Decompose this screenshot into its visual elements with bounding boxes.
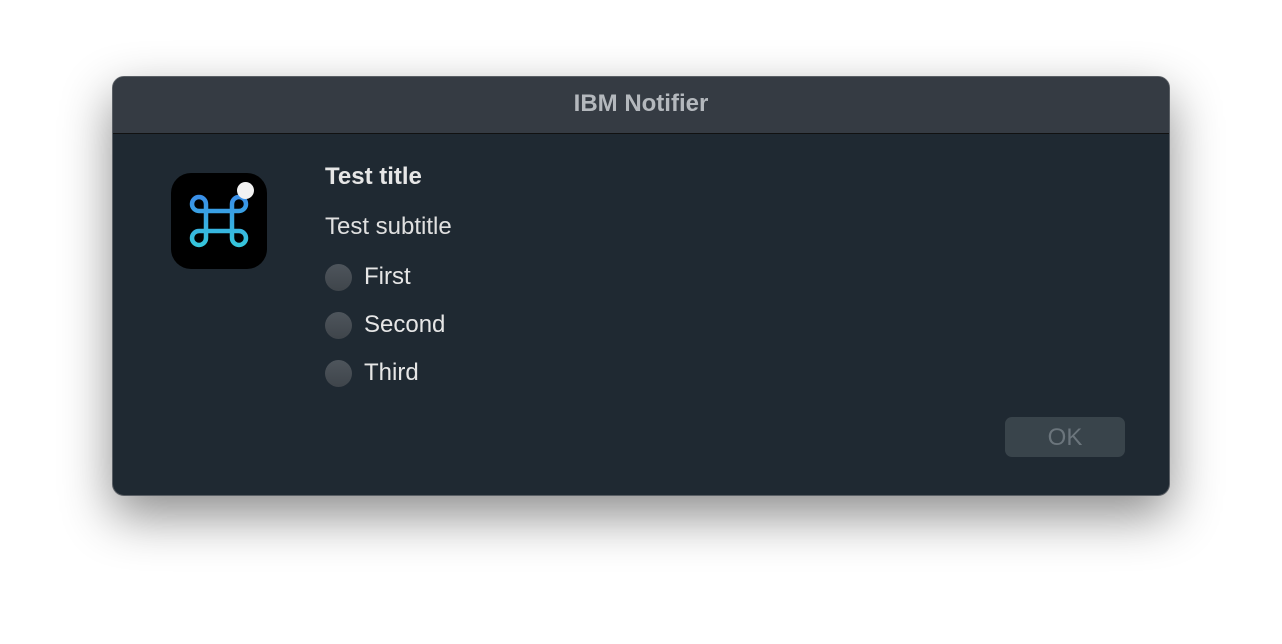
badge-dot [237, 182, 254, 199]
radio-first[interactable]: First [325, 263, 411, 291]
radio-circle[interactable] [325, 263, 352, 291]
radio-circle[interactable] [325, 311, 352, 339]
message-subtitle: Test subtitle [325, 213, 452, 240]
message-title: Test title [325, 163, 422, 190]
ok-button[interactable]: OK [1005, 417, 1125, 457]
radio-third[interactable]: Third [325, 359, 419, 387]
window-title: IBM Notifier [113, 77, 1169, 134]
radio-label: Second [364, 311, 446, 338]
radio-label: First [364, 263, 411, 290]
app-icon [171, 173, 267, 269]
notifier-window: IBM Notifier Test title Test subtitle Fi… [112, 76, 1170, 496]
radio-label: Third [364, 359, 419, 386]
radio-circle[interactable] [325, 359, 352, 387]
radio-second[interactable]: Second [325, 311, 445, 339]
